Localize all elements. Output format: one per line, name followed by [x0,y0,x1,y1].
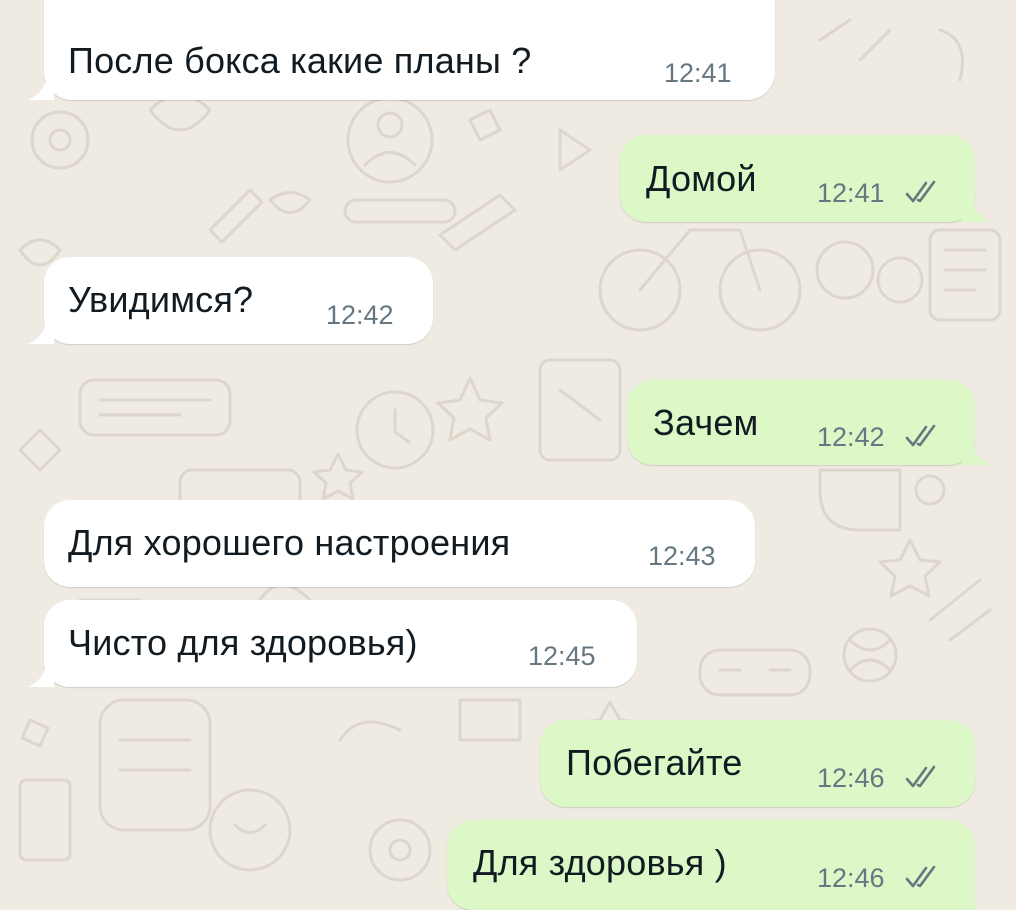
message-text: Увидимся? [68,279,254,320]
message-time: 12:46 [817,763,885,793]
message-time: 12:41 [664,58,732,88]
message-bubble-incoming[interactable]: Для хорошего настроения 12:43 [44,500,755,587]
message-list: После бокса какие планы ? 12:41 Домой 12… [0,0,1016,910]
message-bubble-incoming[interactable]: После бокса какие планы ? 12:41 [44,0,775,100]
double-check-icon [905,765,936,788]
message-time: 12:45 [528,641,596,671]
bubble-tail-outgoing [962,192,990,222]
message-bubble-outgoing[interactable]: Для здоровья ) 12:46 [447,820,975,910]
double-check-icon [905,424,936,447]
message-text: После бокса какие планы ? [68,40,532,81]
message-bubble-outgoing[interactable]: Побегайте 12:46 [540,720,975,807]
message-time: 12:42 [326,300,394,330]
double-check-icon [905,180,936,203]
message-bubble-incoming[interactable]: Чисто для здоровья) 12:45 [44,600,637,687]
message-text: Домой [646,158,757,199]
message-text: Зачем [653,402,759,443]
bubble-tail-incoming [28,314,54,344]
message-time: 12:41 [817,178,885,208]
message-bubble-outgoing[interactable]: Домой 12:41 [620,135,975,222]
message-text: Для здоровья ) [473,842,727,883]
message-time: 12:46 [817,863,885,893]
bubble-tail-incoming [28,657,54,687]
message-bubble-incoming[interactable]: Увидимся? 12:42 [44,257,433,344]
message-time: 12:42 [817,422,885,452]
message-time: 12:43 [648,541,716,571]
double-check-icon [905,865,936,888]
message-text: Чисто для здоровья) [68,622,418,663]
message-bubble-outgoing[interactable]: Зачем 12:42 [627,380,975,465]
message-text: Побегайте [566,742,743,783]
bubble-tail-outgoing [962,435,990,465]
message-text: Для хорошего настроения [68,522,511,563]
bubble-tail-incoming [28,72,54,100]
